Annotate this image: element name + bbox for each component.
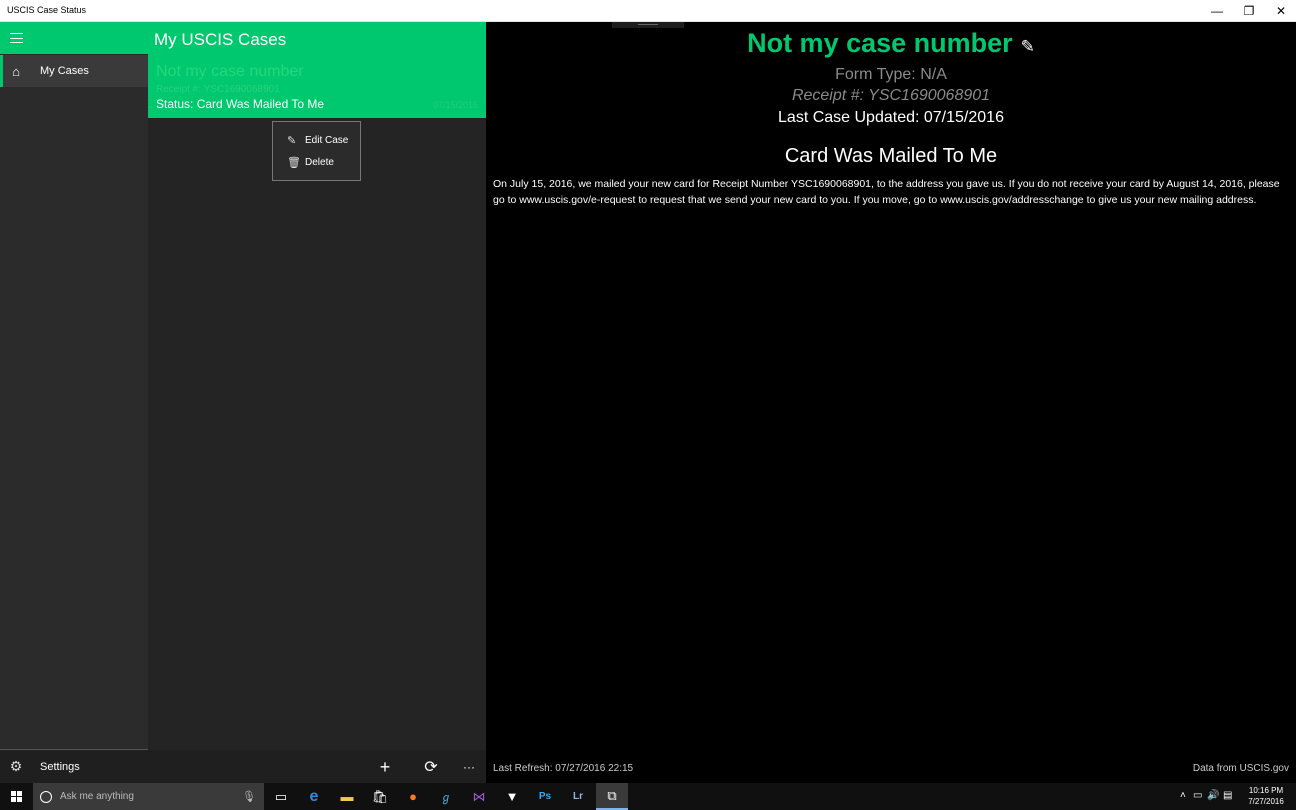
nav-pane: ⌂ My Cases bbox=[0, 22, 148, 783]
edge-icon: e bbox=[309, 787, 319, 805]
lightroom-icon: Lr bbox=[573, 791, 583, 802]
notifications-icon[interactable]: ▤ bbox=[1223, 790, 1232, 801]
fox-icon: ▼ bbox=[505, 789, 519, 804]
app-button-6[interactable]: ℊ bbox=[430, 783, 462, 810]
receipt-number: Receipt #: YSC1690068901 bbox=[791, 87, 991, 104]
start-button[interactable] bbox=[0, 783, 32, 810]
windows-icon bbox=[10, 791, 22, 802]
window-title: USCIS Case Status bbox=[7, 5, 87, 15]
list-header: My USCIS Cases bbox=[148, 22, 486, 54]
last-refresh: Last Refresh: 07/27/2016 22:15 bbox=[493, 763, 634, 774]
visual-studio-button[interactable]: ⋈ bbox=[463, 783, 495, 810]
cortana-search-box[interactable]: Ask me anything 🎙 bbox=[33, 783, 264, 810]
edit-case-menu-item[interactable]: ✎ Edit Case bbox=[287, 131, 348, 149]
command-bar: + ⟳ ··· bbox=[148, 750, 486, 783]
minimize-button[interactable]: — bbox=[1200, 0, 1234, 22]
more-button[interactable]: ··· bbox=[454, 755, 484, 779]
more-icon: ··· bbox=[463, 760, 475, 774]
title-bar: USCIS Case Status — ❐ ✕ bbox=[0, 0, 1296, 22]
clock-time: 10:16 PM bbox=[1248, 786, 1284, 795]
nav-item-label: My Cases bbox=[40, 65, 89, 77]
status-title: Card Was Mailed To Me bbox=[784, 145, 998, 167]
cortana-icon bbox=[40, 790, 52, 803]
status-description: On July 15, 2016, we mailed your new car… bbox=[493, 178, 1280, 206]
add-case-button[interactable]: + bbox=[370, 755, 400, 779]
photoshop-button[interactable]: Ps bbox=[529, 783, 561, 810]
microphone-icon[interactable]: 🎙 bbox=[242, 790, 256, 803]
nav-divider bbox=[0, 749, 148, 750]
case-status: Status: Card Was Mailed To Me bbox=[156, 97, 325, 111]
settings-label: Settings bbox=[40, 760, 80, 773]
close-button[interactable]: ✕ bbox=[1264, 0, 1296, 22]
lightroom-button[interactable]: Lr bbox=[562, 783, 594, 810]
uscis-app-button[interactable]: ⧉ bbox=[596, 783, 628, 810]
delete-label: Delete bbox=[305, 156, 334, 168]
restore-icon: ❐ bbox=[1243, 4, 1255, 18]
nav-item-settings[interactable]: ⚙ Settings bbox=[0, 750, 148, 783]
case-name: Not my case number bbox=[156, 63, 304, 80]
list-title: My USCIS Cases bbox=[154, 30, 287, 49]
task-view-icon: ▭ bbox=[274, 788, 288, 804]
volume-icon[interactable]: 🔊 bbox=[1207, 790, 1219, 801]
uscis-app-icon: ⧉ bbox=[607, 787, 617, 803]
edit-pencil-icon[interactable]: ✎ bbox=[1021, 37, 1035, 56]
case-title-text: Not my case number bbox=[747, 28, 1013, 58]
app-button-8[interactable]: ▼ bbox=[496, 783, 528, 810]
gear-icon: ⚙ bbox=[9, 758, 23, 774]
pencil-icon: ✎ bbox=[287, 134, 297, 147]
system-tray: ˄ ▭ 🔊 ▤ 10:16 PM 7/27/2016 bbox=[1176, 783, 1296, 810]
firefox-icon: ● bbox=[409, 789, 417, 804]
restore-button[interactable]: ❐ bbox=[1232, 0, 1266, 22]
case-list-item[interactable]: Not my case number Receipt #: YSC1690068… bbox=[148, 54, 486, 118]
case-detail-pane: Not my case number ✎ Form Type: N/A Recei… bbox=[486, 22, 1296, 783]
file-explorer-button[interactable]: ▬ bbox=[331, 783, 363, 810]
task-view-button[interactable]: ▭ bbox=[265, 783, 297, 810]
hamburger-icon bbox=[10, 33, 23, 43]
refresh-icon: ⟳ bbox=[424, 759, 438, 776]
chevron-up-icon[interactable]: ˄ bbox=[1180, 790, 1186, 801]
refresh-button[interactable]: ⟳ bbox=[416, 755, 446, 779]
case-receipt: Receipt #: YSC1690068901 bbox=[156, 84, 280, 95]
case-title: Not my case number ✎ bbox=[486, 28, 1296, 59]
edge-button[interactable]: e bbox=[298, 783, 330, 810]
context-menu: ✎ Edit Case 🗑 Delete bbox=[272, 121, 361, 181]
data-source: Data from USCIS.gov bbox=[1192, 763, 1289, 774]
clock[interactable]: 10:16 PM 7/27/2016 bbox=[1245, 785, 1287, 807]
search-placeholder: Ask me anything bbox=[60, 791, 134, 802]
minimize-icon: — bbox=[1211, 4, 1223, 18]
taskbar: Ask me anything 🎙 ▭ e ▬ 🛍 ● ℊ ⋈ ▼ Ps Lr … bbox=[0, 783, 1296, 810]
app-icon: ℊ bbox=[440, 791, 452, 804]
clock-date: 7/27/2016 bbox=[1248, 797, 1284, 806]
nav-item-my-cases[interactable]: ⌂ My Cases bbox=[0, 55, 148, 87]
network-icon[interactable]: ▭ bbox=[1193, 790, 1202, 801]
form-type: Form Type: N/A bbox=[835, 66, 947, 83]
add-icon: + bbox=[379, 756, 391, 777]
last-case-updated: Last Case Updated: 07/15/2016 bbox=[778, 109, 1004, 126]
trash-icon: 🗑 bbox=[287, 156, 301, 169]
photoshop-icon: Ps bbox=[538, 791, 552, 802]
edit-case-label: Edit Case bbox=[305, 134, 349, 146]
folder-icon: ▬ bbox=[340, 789, 354, 804]
store-button[interactable]: 🛍 bbox=[364, 783, 396, 810]
visual-studio-icon: ⋈ bbox=[472, 788, 486, 804]
firefox-button[interactable]: ● bbox=[397, 783, 429, 810]
hamburger-button[interactable] bbox=[0, 22, 148, 54]
delete-menu-item[interactable]: 🗑 Delete bbox=[287, 153, 334, 171]
close-icon: ✕ bbox=[1275, 4, 1287, 18]
case-date: 07/15/2016 bbox=[432, 100, 478, 110]
store-icon: 🛍 bbox=[371, 788, 389, 804]
home-icon: ⌂ bbox=[12, 63, 20, 79]
